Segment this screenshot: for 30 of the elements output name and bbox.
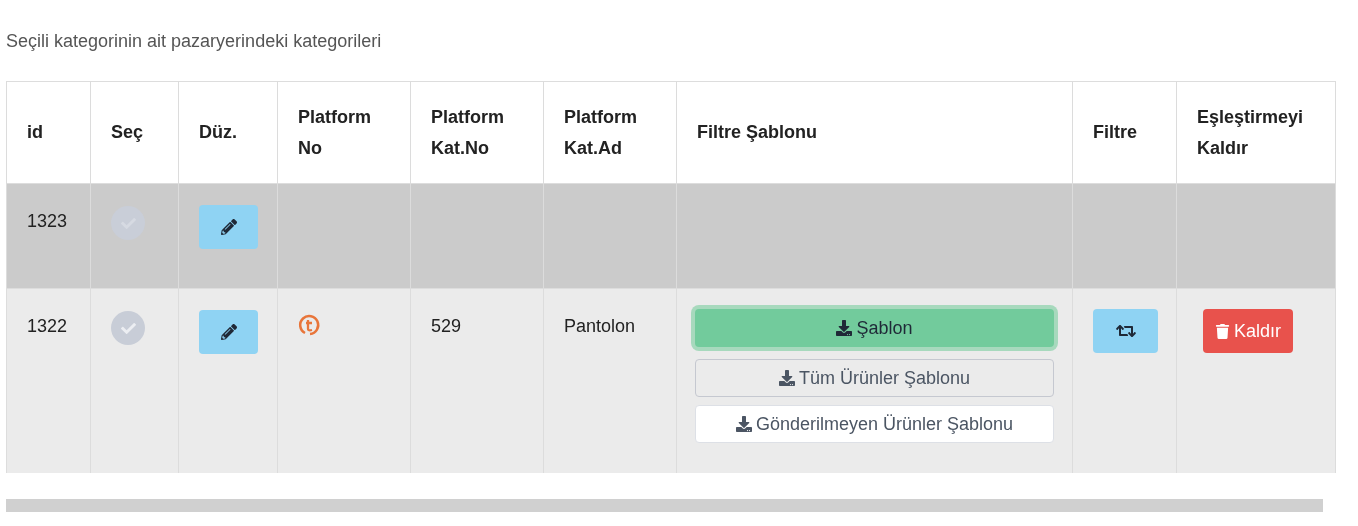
- table-row[interactable]: 1323: [6, 183, 1336, 289]
- download-icon: [836, 320, 853, 336]
- filter-button[interactable]: [1093, 309, 1158, 353]
- column-header: Platform Kat.No: [431, 105, 505, 160]
- column-header: Seç: [111, 121, 145, 144]
- table-row[interactable]: 1322 529 Pantolon Şablon Tüm Ürünler Şablonu Gönderilmeyen Ürünler Şablonu Kaldır: [6, 288, 1336, 473]
- pencil-icon: [220, 324, 237, 340]
- template-download-button[interactable]: Gönderilmeyen Ürünler Şablonu: [695, 405, 1054, 443]
- column-header: Eşleştirmeyi Kaldır: [1197, 105, 1305, 160]
- column-header: id: [27, 121, 44, 144]
- download-icon: [735, 416, 752, 432]
- column-header: Filtre Şablonu: [697, 121, 818, 144]
- check-icon[interactable]: [111, 311, 145, 345]
- remove-button[interactable]: Kaldır: [1203, 309, 1294, 353]
- table-cell-text: 1322: [27, 315, 69, 338]
- horizontal-scrollbar[interactable]: [6, 498, 1323, 512]
- template-download-button[interactable]: Tüm Ürünler Şablonu: [695, 359, 1054, 397]
- column-header: Düz.: [199, 121, 238, 144]
- pencil-icon: [220, 219, 237, 235]
- edit-button[interactable]: [199, 205, 258, 249]
- table-cell-text: 529: [431, 315, 463, 338]
- download-icon: [778, 370, 795, 386]
- edit-button[interactable]: [199, 310, 258, 354]
- column-header: Platform No: [298, 105, 372, 160]
- column-header: Filtre: [1093, 121, 1138, 144]
- table-cell-text: 1323: [27, 210, 69, 233]
- table-caption: Seçili kategorinin ait pazaryerindeki kategorileri: [6, 30, 383, 53]
- trash-icon: [1215, 323, 1230, 339]
- table-cell-text: Pantolon: [564, 315, 637, 338]
- column-header: Platform Kat.Ad: [564, 105, 638, 160]
